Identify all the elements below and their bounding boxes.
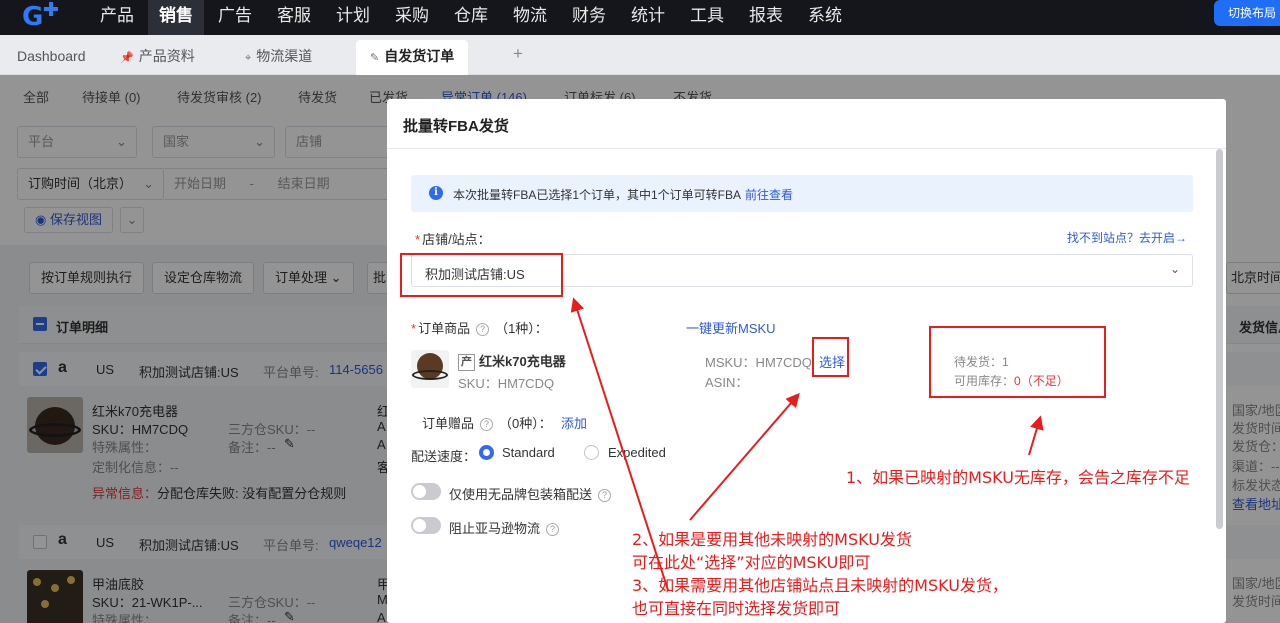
products-label-text: 订单商品 [418,321,471,336]
block-amazon-logistics-toggle[interactable] [411,517,441,534]
go-view-link[interactable]: 前往查看 [745,188,793,202]
page-tabs: Dashboard 📌 产品资料 ⌖ 物流渠道 ✎ 自发货订单 [0,35,1280,75]
nav-item-finance[interactable]: 财务 [561,0,617,35]
product-image [411,350,449,388]
unbranded-packaging-toggle[interactable] [411,483,441,500]
nav-item-logistics[interactable]: 物流 [502,0,558,35]
nav-item-reports[interactable]: 报表 [738,0,794,35]
pin-icon[interactable]: 📌 [120,42,134,75]
modal-divider [387,148,1226,149]
tab-self-ship-orders[interactable]: ✎ 自发货订单 [356,40,469,75]
nav-item-plan[interactable]: 计划 [325,0,381,35]
order-gifts-label: 订单赠品? （0种）： [422,413,552,432]
speed-standard-radio[interactable] [479,445,494,460]
update-msku-link[interactable]: 一键更新MSKU [686,318,776,337]
help-icon[interactable]: ? [598,489,612,502]
toggle1-text: 仅使用无品牌包装箱配送 [449,487,593,502]
tab-label: 物流渠道 [256,48,313,64]
required-mark: * [415,232,421,247]
logo-g-mark: G [22,2,44,32]
annotation-note-2-line-1: 2、如果是要用其他未映射的MSKU发货 [632,530,912,549]
tab-label: 产品资料 [138,48,195,64]
product-name-text: 红米k70充电器 [479,354,566,369]
info-text: 本次批量转FBA已选择1个订单，其中1个订单可转FBA 前往查看 [453,186,793,203]
nav-item-stats[interactable]: 统计 [620,0,676,35]
switch-layout-button[interactable]: 切换布局 [1214,0,1280,26]
product-asin: ASIN： [705,375,749,390]
nav-item-sales[interactable]: 销售 [148,0,204,35]
speed-expedited-label[interactable]: Expedited [608,445,666,460]
nav-item-system[interactable]: 系统 [797,0,853,35]
chevron-down-icon: ⌄ [1169,262,1180,276]
speed-standard-label[interactable]: Standard [502,445,555,460]
required-mark: * [411,321,417,336]
pin-icon[interactable]: ⌖ [245,42,251,75]
gifts-label-text: 订单赠品 [422,416,475,431]
nav-item-service[interactable]: 客服 [266,0,322,35]
shop-label-text: 店铺/站点： [422,232,491,247]
info-message: 本次批量转FBA已选择1个订单，其中1个订单可转FBA [453,188,742,202]
help-icon[interactable]: ? [480,418,494,431]
product-msku: MSKU：HM7CDQ [705,355,812,370]
delivery-speed-label: 配送速度： [411,449,477,464]
help-icon[interactable]: ? [476,323,490,336]
help-icon[interactable]: ? [546,523,560,536]
top-nav: G 产品 销售 广告 客服 计划 采购 仓库 物流 财务 统计 工具 报表 系统… [0,0,1280,35]
nav-item-tools[interactable]: 工具 [679,0,735,35]
tab-label: 自发货订单 [384,48,455,64]
nav-item-warehouse[interactable]: 仓库 [443,0,499,35]
modal-title: 批量转FBA发货 [403,118,509,135]
app-logo[interactable]: G [0,0,60,35]
info-icon: i [429,186,443,200]
modal-scrollbar[interactable] [1216,149,1223,529]
channel-tag: 产 [458,354,475,371]
add-tab-icon[interactable]: + [513,44,523,64]
nav-item-product[interactable]: 产品 [89,0,145,35]
unbranded-packaging-label: 仅使用无品牌包装箱配送? [449,484,617,503]
annotation-note-2-line-2: 可在此处“选择”对应的MSKU即可 [632,553,871,572]
products-count: （1种）： [495,321,548,336]
annotation-note-3-line-1: 3、如果需要用其他店铺站点且未映射的MSKU发货， [632,576,1008,595]
info-alert: i 本次批量转FBA已选择1个订单，其中1个订单可转FBA 前往查看 [411,175,1193,212]
pin-icon[interactable]: ✎ [370,42,379,75]
tab-product-info[interactable]: 📌 产品资料 [120,40,195,75]
toggle2-text: 阻止亚马逊物流 [449,521,541,536]
annotation-box-select [812,337,849,377]
tab-logistics-channel[interactable]: ⌖ 物流渠道 [245,40,312,75]
nav-item-purchase[interactable]: 采购 [384,0,440,35]
gifts-count: （0种）： [499,416,552,431]
nav-item-ads[interactable]: 广告 [207,0,263,35]
product-sku: SKU：HM7CDQ [458,376,555,391]
open-site-link[interactable]: 找不到站点？去开启→ [1067,229,1187,246]
order-products-label: * 订单商品? （1种）： [411,318,548,337]
shop-site-label: * 店铺/站点： [415,229,491,248]
annotation-note-1: 1、如果已映射的MSKU无库存，会告之库存不足 [846,468,1190,487]
product-name: 产红米k70充电器 [458,351,566,371]
annotation-note-3-line-2: 也可直接在同时选择发货即可 [632,599,841,618]
tab-dashboard[interactable]: Dashboard [17,40,86,75]
speed-expedited-radio[interactable] [584,445,599,460]
annotation-box-shop [400,253,563,297]
add-gift-link[interactable]: 添加 [561,413,587,432]
block-amazon-logistics-label: 阻止亚马逊物流? [449,518,565,537]
logo-plus-mark [44,2,58,16]
annotation-box-stock [929,326,1106,398]
